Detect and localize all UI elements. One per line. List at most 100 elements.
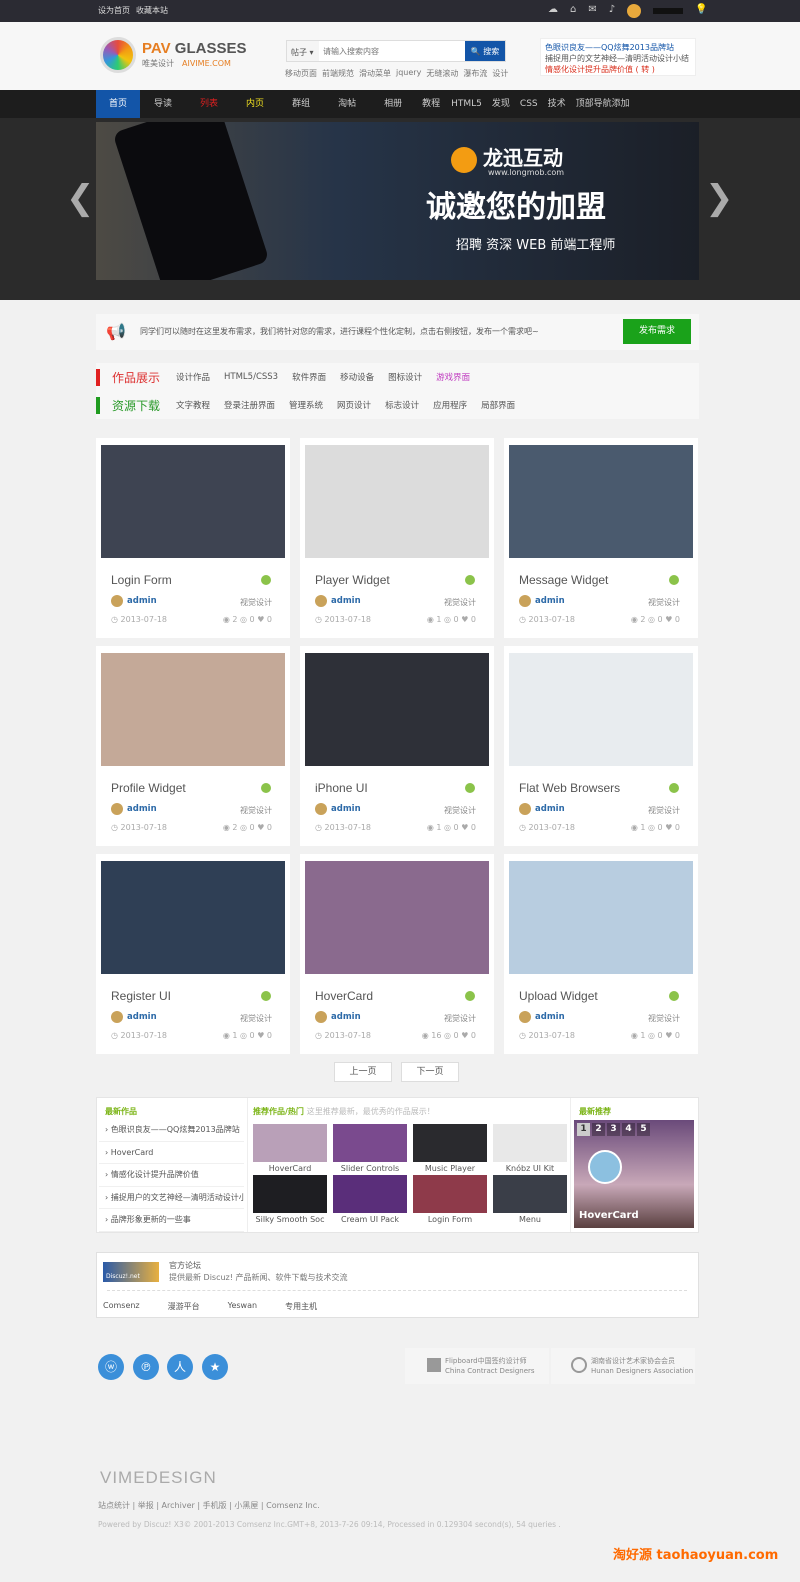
renren-icon[interactable]: 人 [167, 1354, 193, 1380]
link-icon[interactable] [465, 783, 475, 793]
card-thumbnail[interactable] [509, 653, 693, 766]
list-item[interactable]: › 品牌形象更新的一些事 [99, 1209, 244, 1232]
category-link[interactable]: 设计作品 [176, 371, 210, 383]
card-author[interactable]: admin [535, 804, 565, 814]
work-card[interactable]: Flat Web Browsers admin 视觉设计 ◷ 2013-07-1… [504, 646, 698, 846]
recommend-item[interactable]: Login Form [413, 1175, 487, 1224]
work-card[interactable]: Upload Widget admin 视觉设计 ◷ 2013-07-18 ◉ … [504, 854, 698, 1054]
card-category[interactable]: 视觉设计 [444, 805, 476, 816]
ad-link[interactable]: 色眼识良友——QQ炫舞2013品牌站 [545, 42, 691, 53]
bookmark-link[interactable]: 收藏本站 [136, 6, 168, 15]
card-title[interactable]: Login Form [111, 573, 172, 587]
card-author[interactable]: admin [331, 596, 361, 606]
recommend-thumbnail[interactable] [493, 1175, 567, 1213]
category-link[interactable]: 局部界面 [481, 399, 515, 411]
search-button[interactable]: 🔍 搜索 [465, 41, 505, 61]
card-category[interactable]: 视觉设计 [240, 597, 272, 608]
author-avatar[interactable] [315, 1011, 327, 1023]
logo-title[interactable]: PAV GLASSES [142, 40, 246, 57]
list-item[interactable]: › HoverCard [99, 1142, 244, 1164]
nav-item[interactable]: 淘帖 [324, 90, 370, 118]
hot-keyword[interactable]: 瀑布流 [463, 68, 487, 79]
hot-keyword[interactable]: 设计 [492, 68, 508, 79]
post-request-button[interactable]: 发布需求 [623, 319, 691, 344]
recommend-item[interactable]: Music Player [413, 1124, 487, 1173]
card-title[interactable]: Flat Web Browsers [519, 781, 620, 795]
card-category[interactable]: 视觉设计 [240, 805, 272, 816]
recommend-item[interactable]: Silky Smooth Soc [253, 1175, 327, 1224]
recommend-thumbnail[interactable] [333, 1175, 407, 1213]
avatar[interactable] [627, 4, 642, 18]
category-link[interactable]: 图标设计 [388, 371, 422, 383]
card-category[interactable]: 视觉设计 [444, 597, 476, 608]
slider-page[interactable]: 3 [607, 1123, 620, 1136]
slider-page[interactable]: 1 [577, 1123, 590, 1136]
card-thumbnail[interactable] [509, 445, 693, 558]
friend-link[interactable]: Yeswan [228, 1301, 257, 1312]
hot-keyword[interactable]: 移动页面 [285, 68, 317, 79]
card-author[interactable]: admin [127, 804, 157, 814]
prev-arrow-icon[interactable]: ❮ [66, 178, 95, 218]
card-title[interactable]: HoverCard [315, 989, 373, 1003]
recommend-item[interactable]: Menu [493, 1175, 567, 1224]
card-title[interactable]: Register UI [111, 989, 171, 1003]
category-title[interactable]: 作品展示 [96, 368, 176, 386]
author-avatar[interactable] [519, 595, 531, 607]
association-badge[interactable]: 湖南省设计艺术家协会会员 Hunan Designers Association [551, 1348, 695, 1384]
card-thumbnail[interactable] [101, 861, 285, 974]
list-item[interactable]: › 捕捉用户的文艺神经—清明活动设计小结 [99, 1187, 244, 1209]
link-icon[interactable] [669, 991, 679, 1001]
author-avatar[interactable] [315, 803, 327, 815]
author-avatar[interactable] [315, 595, 327, 607]
author-avatar[interactable] [111, 1011, 123, 1023]
card-category[interactable]: 视觉设计 [444, 1013, 476, 1024]
card-title[interactable]: Profile Widget [111, 781, 186, 795]
category-link[interactable]: 登录注册界面 [224, 399, 275, 411]
nav-item[interactable]: 群组 [278, 90, 324, 118]
card-thumbnail[interactable] [305, 653, 489, 766]
link-icon[interactable] [465, 575, 475, 585]
category-link[interactable]: HTML5/CSS3 [224, 372, 278, 382]
link-icon[interactable] [261, 783, 271, 793]
mail-icon[interactable]: ✉ [588, 4, 596, 18]
card-category[interactable]: 视觉设计 [648, 597, 680, 608]
nav-item[interactable]: 顶部导航添加 [571, 90, 635, 118]
card-author[interactable]: admin [331, 804, 361, 814]
star-icon[interactable]: ★ [202, 1354, 228, 1380]
card-thumbnail[interactable] [101, 653, 285, 766]
category-link[interactable]: 游戏界面 [436, 371, 470, 383]
category-link[interactable]: 网页设计 [337, 399, 371, 411]
cloud-icon[interactable]: ☁ [548, 4, 558, 18]
logo-icon[interactable] [100, 37, 136, 73]
card-thumbnail[interactable] [509, 861, 693, 974]
category-link[interactable]: 应用程序 [433, 399, 467, 411]
sound-icon[interactable]: ♪ [609, 4, 615, 18]
work-card[interactable]: Message Widget admin 视觉设计 ◷ 2013-07-18 ◉… [504, 438, 698, 638]
nav-item[interactable]: 列表 [186, 90, 232, 118]
card-author[interactable]: admin [331, 1012, 361, 1022]
home-icon[interactable]: ⌂ [570, 4, 576, 18]
card-category[interactable]: 视觉设计 [648, 805, 680, 816]
slider-page[interactable]: 5 [637, 1123, 650, 1136]
card-category[interactable]: 视觉设计 [648, 1013, 680, 1024]
card-title[interactable]: Player Widget [315, 573, 390, 587]
link-icon[interactable] [261, 991, 271, 1001]
category-link[interactable]: 移动设备 [340, 371, 374, 383]
work-card[interactable]: Player Widget admin 视觉设计 ◷ 2013-07-18 ◉ … [300, 438, 494, 638]
nav-item[interactable]: 内页 [232, 90, 278, 118]
recommend-item[interactable]: Slider Controls [333, 1124, 407, 1173]
link-icon[interactable] [261, 575, 271, 585]
nav-item[interactable]: 相册 [370, 90, 416, 118]
card-thumbnail[interactable] [305, 445, 489, 558]
card-title[interactable]: Upload Widget [519, 989, 598, 1003]
card-author[interactable]: admin [127, 596, 157, 606]
author-avatar[interactable] [519, 803, 531, 815]
work-card[interactable]: Login Form admin 视觉设计 ◷ 2013-07-18 ◉ 2 ◎… [96, 438, 290, 638]
nav-item[interactable]: 技术 [543, 90, 571, 118]
recommend-item[interactable]: Knóbz UI Kit [493, 1124, 567, 1173]
recommend-thumbnail[interactable] [253, 1124, 327, 1162]
author-avatar[interactable] [111, 595, 123, 607]
nav-item[interactable]: 发现 [487, 90, 515, 118]
friend-link[interactable]: Comsenz [103, 1301, 140, 1312]
hot-keyword[interactable]: 前端规范 [322, 68, 354, 79]
